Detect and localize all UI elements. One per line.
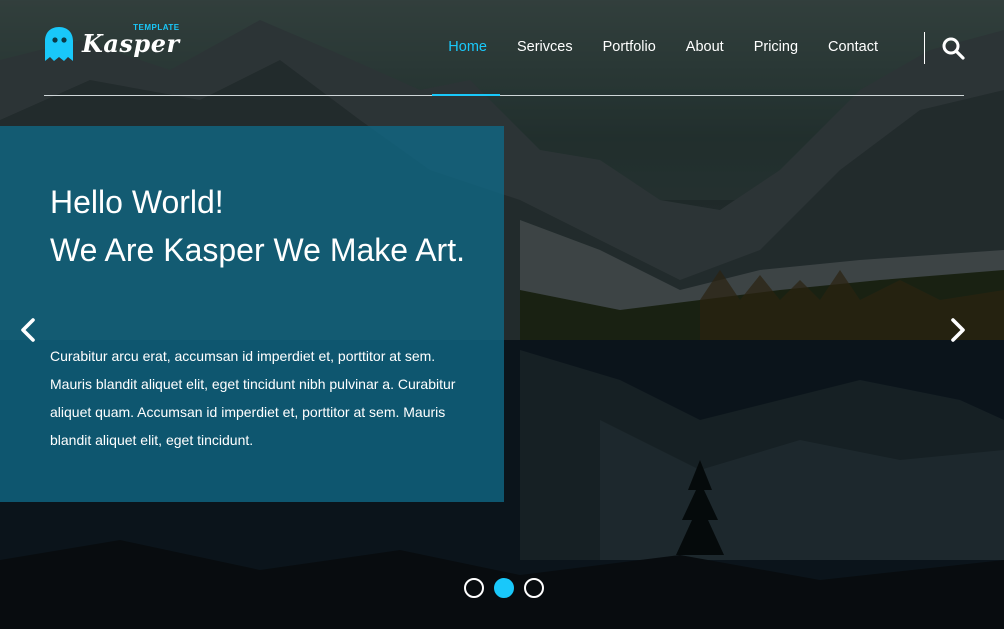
nav-active-indicator <box>432 94 500 96</box>
main-nav: Home Serivces Portfolio About Pricing Co… <box>418 38 878 56</box>
hero-description: Curabitur arcu erat, accumsan id imperdi… <box>50 348 456 448</box>
header-underline <box>44 95 964 96</box>
slider-bullet[interactable] <box>524 578 544 598</box>
chevron-left-icon[interactable] <box>18 316 38 344</box>
nav-item-portfolio[interactable]: Portfolio <box>603 38 656 56</box>
nav-divider <box>924 32 925 64</box>
ghost-icon <box>45 27 73 61</box>
hero-section: TEMPLATE Kasper Home Serivces Portfolio … <box>0 0 1004 629</box>
hero-title-line2: We Are Kasper We Make Art. <box>50 232 465 268</box>
site-header: TEMPLATE Kasper Home Serivces Portfolio … <box>44 0 965 96</box>
slider-bullet-active[interactable] <box>494 578 514 598</box>
logo-name: Kasper <box>82 28 180 58</box>
nav-item-contact[interactable]: Contact <box>828 38 878 56</box>
nav-item-pricing[interactable]: Pricing <box>754 38 798 56</box>
brand-logo[interactable]: TEMPLATE Kasper <box>44 23 180 62</box>
slider-bullet[interactable] <box>464 578 484 598</box>
logo-text: TEMPLATE Kasper <box>82 23 180 58</box>
nav-item-about[interactable]: About <box>686 38 724 56</box>
hero-text-panel: Hello World! We Are Kasper We Make Art. … <box>0 126 504 502</box>
hero-title-line1: Hello World! <box>50 184 224 220</box>
nav-item-home[interactable]: Home <box>448 38 487 56</box>
nav-item-services[interactable]: Serivces <box>517 38 573 56</box>
chevron-right-icon[interactable] <box>948 316 968 344</box>
search-icon[interactable] <box>941 36 965 60</box>
hero-title: Hello World! We Are Kasper We Make Art. <box>50 178 470 274</box>
slider-bullets <box>464 578 554 598</box>
logo-tagline: TEMPLATE <box>133 22 180 32</box>
